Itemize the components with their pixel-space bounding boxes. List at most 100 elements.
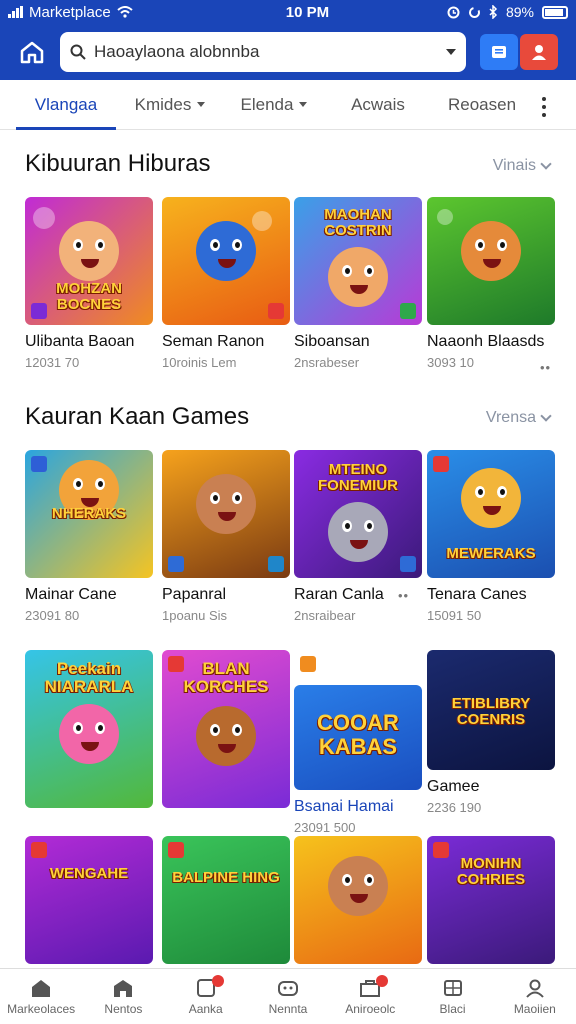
game-thumbnail bbox=[294, 836, 422, 964]
game-title: Mainar Cane bbox=[25, 586, 117, 603]
game-meta: 2nsraibear bbox=[294, 608, 356, 623]
game-banner: BALPINE HING bbox=[172, 869, 280, 886]
tab-kmides[interactable]: Kmides bbox=[120, 80, 220, 130]
top-bar: Haoaylaona alobnnba bbox=[0, 24, 576, 80]
bottom-navigation: Markeolaces Nentos Aanka Nennta Aniroeol… bbox=[0, 968, 576, 1024]
document-icon bbox=[492, 46, 506, 58]
game-card[interactable]: BLAN KORCHES bbox=[162, 650, 290, 808]
game-thumbnail: BLAN KORCHES bbox=[162, 650, 290, 808]
profile-icon bbox=[526, 979, 544, 998]
tab-elenda[interactable]: Elenda bbox=[224, 80, 324, 130]
game-thumbnail: MOHZAN BOCNES bbox=[25, 197, 153, 325]
search-bar[interactable]: Haoaylaona alobnnba bbox=[60, 32, 466, 72]
nav-label: Aanka bbox=[188, 1001, 223, 1016]
gamepad-icon bbox=[277, 980, 298, 996]
more-options-icon[interactable] bbox=[542, 97, 546, 117]
game-title: Naaonh Blaasds bbox=[427, 333, 545, 350]
game-thumbnail: MONIHN COHRIES bbox=[427, 836, 555, 964]
wifi-icon bbox=[117, 6, 133, 18]
store-icon bbox=[114, 979, 133, 997]
section-title: Kauran Kaan Games bbox=[25, 403, 250, 430]
nav-label: Aniroeolc bbox=[345, 1001, 396, 1016]
more-icon[interactable]: •• bbox=[398, 588, 409, 603]
carrier-label: Marketplace bbox=[29, 3, 111, 21]
nav-nentos[interactable]: Nentos bbox=[82, 969, 164, 1024]
chevron-down-icon bbox=[540, 410, 552, 422]
game-title: Papanral bbox=[162, 586, 227, 603]
game-card[interactable]: Naaonh Blaasds 3093 10 bbox=[427, 197, 555, 370]
game-thumbnail: ETIBLIBRY COENRIS bbox=[427, 650, 555, 770]
game-meta: 2nsrabeser bbox=[294, 355, 360, 370]
game-card[interactable]: Peekain NIARARLA bbox=[25, 650, 153, 808]
game-title: Tenara Canes bbox=[427, 586, 527, 603]
nav-markeolaces[interactable]: Markeolaces bbox=[0, 969, 82, 1024]
signal-icon bbox=[8, 6, 23, 18]
category-tabs: Vlangaa Kmides Elenda Acwais Reoasen bbox=[0, 80, 576, 130]
cart-button[interactable] bbox=[480, 34, 518, 70]
nav-maoiien[interactable]: Maoiien bbox=[494, 969, 576, 1024]
game-card[interactable]: Papanral 1poanu Sis bbox=[162, 450, 290, 623]
game-meta: 2236 190 bbox=[427, 800, 482, 815]
game-card[interactable]: ETIBLIBRY COENRIS Gamee 2236 190 bbox=[427, 650, 555, 815]
game-thumbnail bbox=[162, 450, 290, 578]
search-icon bbox=[70, 44, 86, 60]
game-title: Seman Ranon bbox=[162, 333, 265, 350]
game-card[interactable]: BALPINE HING bbox=[162, 836, 290, 964]
chevron-down-icon bbox=[299, 102, 308, 107]
bluetooth-icon bbox=[489, 5, 498, 19]
game-banner: MOHZAN BOCNES bbox=[56, 280, 122, 313]
home-button[interactable] bbox=[10, 30, 54, 74]
battery-icon bbox=[542, 5, 568, 19]
nav-label: Maoiien bbox=[513, 1001, 556, 1016]
grid-icon bbox=[443, 979, 462, 996]
tab-acwais[interactable]: Acwais bbox=[328, 80, 428, 130]
game-card[interactable]: MAOHAN COSTRIN Siboansan 2nsrabeser bbox=[294, 197, 422, 370]
tab-label: Elenda bbox=[240, 94, 294, 114]
game-title: Ulibanta Baoan bbox=[25, 333, 135, 350]
game-card[interactable]: NHERAKS Mainar Cane 23091 80 bbox=[25, 450, 153, 623]
game-title: Gamee bbox=[427, 778, 480, 795]
game-banner: ETIBLIBRY COENRIS bbox=[451, 695, 531, 728]
game-banner: NHERAKS bbox=[51, 505, 127, 522]
notification-badge bbox=[376, 975, 389, 987]
game-meta: 10roinis Lem bbox=[162, 355, 237, 370]
search-input[interactable]: Haoaylaona alobnnba bbox=[94, 42, 446, 62]
nav-aniroeolc[interactable]: Aniroeolc bbox=[329, 969, 411, 1024]
game-banner: Peekain NIARARLA bbox=[44, 659, 134, 696]
game-card[interactable]: MOHZAN BOCNES Ulibanta Baoan 12031 70 bbox=[25, 197, 153, 370]
game-thumbnail: COOAR KABAS bbox=[294, 685, 422, 790]
notification-badge bbox=[211, 975, 224, 987]
game-card[interactable]: Seman Ranon 10roinis Lem bbox=[162, 197, 290, 370]
nav-blaci[interactable]: Blaci bbox=[411, 969, 493, 1024]
tab-vlangaa[interactable]: Vlangaa bbox=[16, 80, 116, 130]
user-icon bbox=[532, 45, 546, 60]
game-card[interactable]: MONIHN COHRIES bbox=[427, 836, 555, 964]
tab-reoasen[interactable]: Reoasen bbox=[432, 80, 532, 130]
chevron-down-icon bbox=[197, 102, 206, 107]
game-thumbnail: MEWERAKS bbox=[427, 450, 555, 578]
view-all-link[interactable]: Vrensa bbox=[486, 409, 552, 427]
nav-label: Markeolaces bbox=[7, 1001, 76, 1016]
game-card[interactable]: WENGAHE bbox=[25, 836, 153, 964]
game-card[interactable]: COOAR KABAS Bsanai Hamai 23091 500 bbox=[294, 650, 422, 835]
more-icon[interactable]: •• bbox=[540, 360, 551, 375]
game-banner: MONIHN COHRIES bbox=[456, 855, 526, 888]
game-card[interactable] bbox=[294, 836, 422, 964]
tab-label: Reoasen bbox=[447, 94, 517, 114]
game-card[interactable]: MEWERAKS Tenara Canes 15091 50 bbox=[427, 450, 555, 623]
chevron-down-icon[interactable] bbox=[446, 49, 456, 55]
game-thumbnail: MAOHAN COSTRIN bbox=[294, 197, 422, 325]
game-banner: BLAN KORCHES bbox=[183, 659, 269, 696]
game-title: Bsanai Hamai bbox=[294, 798, 394, 815]
game-thumbnail: NHERAKS bbox=[25, 450, 153, 578]
game-meta: 1poanu Sis bbox=[162, 608, 228, 623]
game-thumbnail: Peekain NIARARLA bbox=[25, 650, 153, 808]
nav-aanka[interactable]: Aanka bbox=[165, 969, 247, 1024]
nav-nennta[interactable]: Nennta bbox=[247, 969, 329, 1024]
view-all-link[interactable]: Vinais bbox=[493, 157, 552, 175]
home-icon bbox=[20, 41, 44, 64]
game-banner: MAOHAN COSTRIN bbox=[324, 206, 392, 239]
home-icon bbox=[32, 979, 51, 997]
section-title: Kibuuran Hiburas bbox=[25, 150, 211, 177]
profile-button[interactable] bbox=[520, 34, 558, 70]
